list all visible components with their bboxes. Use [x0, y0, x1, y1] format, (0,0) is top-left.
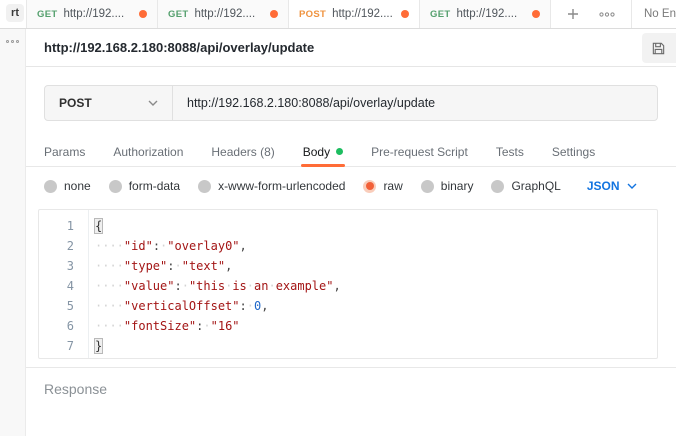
body-type-options: none form-data x-www-form-urlencoded raw…: [26, 167, 676, 203]
response-section: Response: [26, 367, 676, 412]
request-subtabs: Params Authorization Headers (8) Body Pr…: [26, 137, 676, 167]
tab-url-label: http://192....: [332, 8, 395, 20]
sidebar-more-icon[interactable]: [0, 40, 25, 43]
tab-pre-request-script[interactable]: Pre-request Script: [371, 137, 468, 166]
chevron-down-icon: [627, 183, 637, 189]
new-tab-button[interactable]: [567, 8, 579, 20]
code-line: ····"value":·"this·is·an·example",: [95, 276, 657, 296]
code-line: {: [95, 216, 657, 236]
line-number: 2: [39, 236, 74, 256]
bodytype-raw[interactable]: raw: [363, 179, 402, 193]
environment-label: No Environment: [644, 8, 676, 20]
radio-selected-icon: [363, 180, 376, 193]
gutter: 1234567: [39, 210, 89, 358]
bodytype-graphql[interactable]: GraphQL: [491, 179, 560, 193]
request-name-bar: http://192.168.2.180:8088/api/overlay/up…: [26, 29, 676, 67]
tab-tests[interactable]: Tests: [496, 137, 524, 166]
clipped-button-text: rt: [6, 4, 24, 22]
line-number: 3: [39, 256, 74, 276]
tab-method-label: GET: [168, 9, 188, 20]
bodytype-binary[interactable]: binary: [421, 179, 474, 193]
more-options-icon: [599, 12, 615, 17]
tab-url-label: http://192....: [194, 8, 264, 20]
method-select[interactable]: POST: [45, 86, 173, 120]
code-line: ····"type":·"text",: [95, 256, 657, 276]
method-label: POST: [59, 96, 92, 110]
bodytype-form-data[interactable]: form-data: [109, 179, 180, 193]
tab-actions: [551, 0, 632, 28]
language-select[interactable]: JSON: [587, 179, 637, 193]
radio-icon: [198, 180, 211, 193]
body-content-dot-icon: [336, 148, 343, 155]
environment-selector[interactable]: No Environment: [632, 0, 676, 28]
save-icon: [651, 41, 666, 56]
code-line: ····"fontSize":·"16": [95, 316, 657, 336]
tab-body[interactable]: Body: [303, 137, 343, 166]
plus-icon: [567, 8, 579, 20]
chevron-down-icon: [148, 100, 158, 106]
request-pane: http://192.168.2.180:8088/api/overlay/up…: [26, 29, 676, 436]
bodytype-none[interactable]: none: [44, 179, 91, 193]
tab-headers[interactable]: Headers (8): [211, 137, 274, 166]
request-url-bar: POST http://192.168.2.180:8088/api/overl…: [44, 85, 658, 121]
tab-params[interactable]: Params: [44, 137, 85, 166]
unsaved-dot-icon: [270, 10, 278, 18]
radio-icon: [491, 180, 504, 193]
code-line: ····"verticalOffset":·0,: [95, 296, 657, 316]
url-value: http://192.168.2.180:8088/api/overlay/up…: [187, 96, 435, 110]
line-number: 5: [39, 296, 74, 316]
tab-url-label: http://192....: [63, 8, 133, 20]
code-line: ····"id":·"overlay0",: [95, 236, 657, 256]
tab-method-label: GET: [37, 9, 57, 20]
line-number: 4: [39, 276, 74, 296]
unsaved-dot-icon: [401, 10, 409, 18]
collapsed-sidebar: [0, 29, 26, 436]
unsaved-dot-icon: [532, 10, 540, 18]
line-number: 7: [39, 336, 74, 356]
tab-url-label: http://192....: [456, 8, 526, 20]
line-number: 6: [39, 316, 74, 336]
tab-authorization[interactable]: Authorization: [113, 137, 183, 166]
request-tab-4[interactable]: GET http://192....: [420, 0, 551, 28]
code-line: }: [95, 336, 657, 356]
response-heading: Response: [44, 381, 107, 397]
request-tab-3-active[interactable]: POST http://192....: [289, 0, 420, 28]
tab-settings[interactable]: Settings: [552, 137, 595, 166]
tab-method-label: POST: [299, 9, 326, 20]
save-button[interactable]: [642, 33, 676, 63]
unsaved-dot-icon: [139, 10, 147, 18]
workspace-tabbar: rt GET http://192.... GET http://192....…: [0, 0, 676, 29]
radio-icon: [44, 180, 57, 193]
code-lines: {····"id":·"overlay0",····"type":·"text"…: [89, 210, 657, 358]
line-number: 1: [39, 216, 74, 236]
request-tab-1[interactable]: GET http://192....: [27, 0, 158, 28]
bodytype-x-www-form-urlencoded[interactable]: x-www-form-urlencoded: [198, 179, 345, 193]
url-input[interactable]: http://192.168.2.180:8088/api/overlay/up…: [173, 86, 657, 120]
postman-window: { "tabbar": { "clipped_left_text": "rt",…: [0, 0, 676, 436]
request-tab-2[interactable]: GET http://192....: [158, 0, 289, 28]
radio-icon: [109, 180, 122, 193]
sidebar-clipped-button[interactable]: rt: [0, 0, 27, 28]
tab-method-label: GET: [430, 9, 450, 20]
request-title: http://192.168.2.180:8088/api/overlay/up…: [44, 40, 314, 55]
body-editor[interactable]: 1234567 {····"id":·"overlay0",····"type"…: [38, 209, 658, 359]
radio-icon: [421, 180, 434, 193]
tab-options-button[interactable]: [599, 12, 615, 17]
